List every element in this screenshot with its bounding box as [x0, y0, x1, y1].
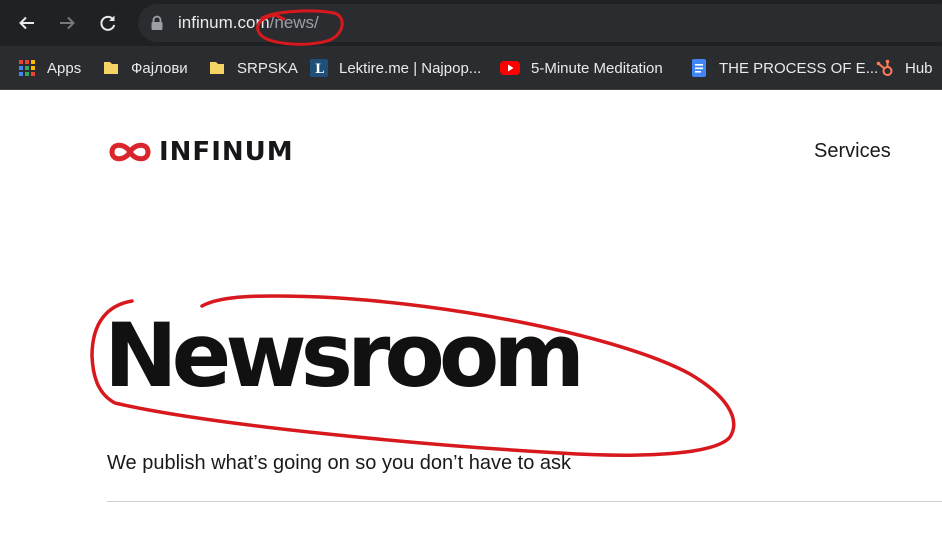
- bookmark-lektire[interactable]: L Lektire.me | Najpop...: [310, 56, 481, 80]
- browser-toolbar: infinum.com/news/: [0, 0, 942, 46]
- logo-text: INFINUM: [159, 137, 294, 167]
- bookmark-meditation[interactable]: 5-Minute Meditation: [500, 56, 663, 80]
- url-path: /news/: [269, 13, 319, 32]
- bookmark-apps[interactable]: Apps: [18, 56, 81, 80]
- bookmark-label: Lektire.me | Najpop...: [339, 59, 482, 77]
- bookmark-label: SRPSKA: [237, 59, 298, 77]
- folder-icon: [210, 62, 224, 74]
- forward-button[interactable]: [52, 8, 82, 38]
- bookmark-label: Apps: [47, 59, 82, 77]
- bookmark-label: 5-Minute Meditation: [531, 59, 663, 77]
- bookmark-fajlovi[interactable]: Фајлови: [102, 56, 188, 80]
- lock-icon: [151, 15, 163, 30]
- bookmark-hub[interactable]: Hub: [876, 56, 933, 80]
- infinity-logo-icon: [109, 142, 151, 162]
- youtube-icon: [500, 61, 520, 75]
- bookmark-label: Hub: [905, 59, 933, 77]
- page-content: INFINUM Services Newsroom We publish wha…: [0, 90, 942, 552]
- folder-icon: [104, 62, 118, 74]
- address-bar[interactable]: infinum.com/news/: [138, 4, 942, 42]
- page-subtitle: We publish what’s going on so you don’t …: [107, 452, 572, 474]
- infinum-logo[interactable]: INFINUM: [107, 137, 294, 167]
- back-button[interactable]: [12, 8, 42, 38]
- lektire-favicon-icon: L: [310, 59, 328, 77]
- apps-grid-icon: [19, 60, 35, 76]
- page-title: Newsroom: [104, 304, 585, 407]
- bookmark-srpska[interactable]: SRPSKA: [208, 56, 298, 80]
- arrow-right-icon: [60, 16, 75, 30]
- nav-services-link[interactable]: Services: [814, 140, 891, 163]
- bookmark-label: Фајлови: [131, 59, 188, 77]
- google-docs-icon: [692, 59, 706, 77]
- bookmark-label: THE PROCESS OF E...: [719, 59, 879, 77]
- url-text: infinum.com/news/: [178, 13, 319, 33]
- divider: [107, 501, 942, 502]
- hubspot-icon: [876, 59, 893, 76]
- arrow-left-icon: [19, 16, 34, 30]
- svg-text:L: L: [315, 62, 324, 77]
- bookmarks-bar: Apps Фајлови SRPSKA L Lektire.me | Najpo…: [0, 46, 942, 90]
- bookmark-process[interactable]: THE PROCESS OF E...: [690, 56, 878, 80]
- reload-button[interactable]: [93, 8, 123, 38]
- url-host: infinum.com: [178, 13, 270, 32]
- reload-icon: [100, 15, 116, 31]
